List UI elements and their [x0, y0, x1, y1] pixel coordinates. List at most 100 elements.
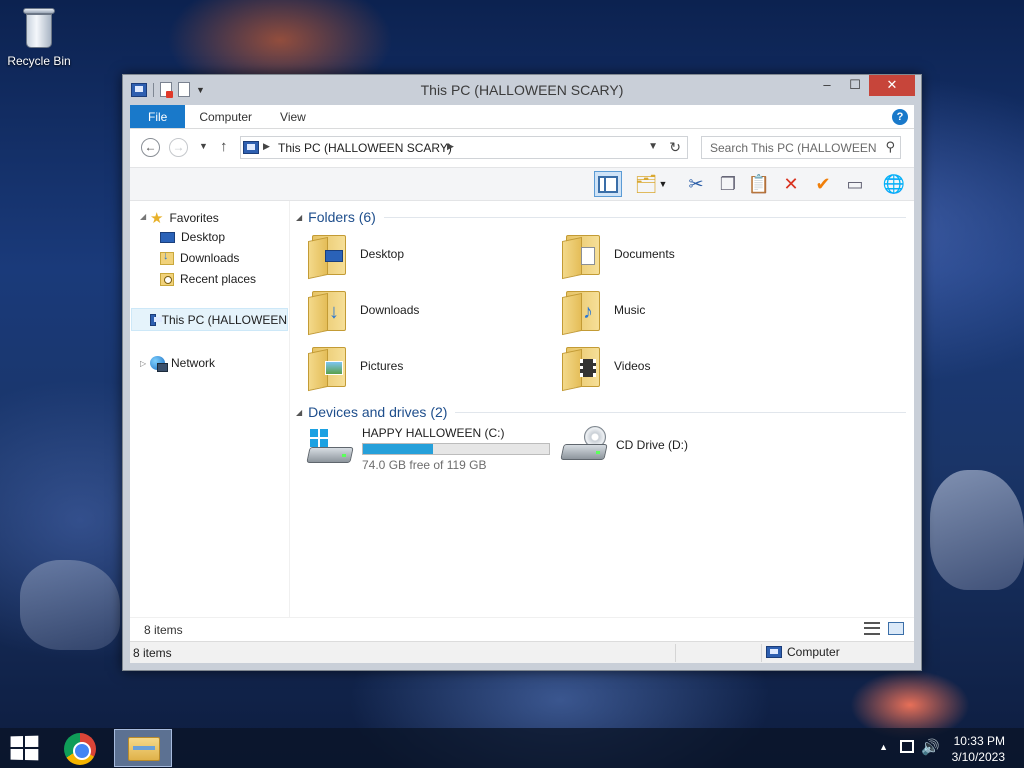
folder-videos[interactable]: Videos: [562, 343, 650, 392]
paste-button[interactable]: 📋: [745, 171, 773, 197]
expand-network-icon[interactable]: ▷: [140, 359, 146, 368]
folders-header-label: Folders (6): [308, 209, 376, 225]
nav-network[interactable]: Network: [150, 356, 216, 372]
taskbar: ▲ 🔊 10:33 PM 3/10/2023: [0, 728, 1024, 768]
windows-logo-icon: [10, 736, 24, 748]
title-bar[interactable]: ▼ This PC (HALLOWEEN SCARY) – ☐ ✕: [123, 75, 921, 105]
navigation-pane: ◢ ★ Favorites Desktop Downloads Recent p…: [130, 201, 290, 617]
folder-label: Desktop: [360, 247, 405, 261]
drive-c[interactable]: HAPPY HALLOWEEN (C:) 74.0 GB free of 119…: [306, 426, 550, 472]
search-icon[interactable]: ⚲: [885, 139, 895, 155]
window-title: This PC (HALLOWEEN SCARY): [420, 82, 624, 98]
minimize-button[interactable]: –: [813, 75, 841, 96]
devices-group-header[interactable]: ◢ Devices and drives (2): [296, 404, 906, 420]
copy-button[interactable]: ❐: [714, 171, 742, 197]
select-box-icon: ▭: [846, 173, 864, 194]
refresh-icon[interactable]: ↻: [669, 139, 681, 156]
devices-header-label: Devices and drives (2): [308, 404, 448, 420]
nav-downloads-label: Downloads: [180, 251, 240, 265]
address-dropdown-icon[interactable]: ▼: [648, 141, 658, 152]
drive-free-space: 74.0 GB free of 119 GB: [362, 458, 487, 472]
nav-desktop-label: Desktop: [181, 230, 226, 244]
nav-recent-places[interactable]: Recent places: [160, 272, 256, 286]
tab-computer[interactable]: Computer: [185, 105, 266, 128]
chevron-right-icon[interactable]: ▶: [447, 141, 454, 152]
up-button[interactable]: ↑: [220, 138, 228, 155]
nav-this-pc[interactable]: This PC (HALLOWEEN: [131, 308, 288, 331]
nav-favorites[interactable]: ★ Favorites: [150, 209, 219, 227]
delete-button[interactable]: ✕: [777, 171, 805, 197]
select-button[interactable]: ▭: [841, 171, 869, 197]
folders-group-header[interactable]: ◢ Folders (6): [296, 209, 906, 225]
pane-icon: [598, 175, 618, 193]
drive-name: HAPPY HALLOWEEN (C:): [362, 426, 505, 440]
item-count: 8 items: [144, 623, 183, 637]
tab-file[interactable]: File: [130, 105, 186, 128]
tab-view[interactable]: View: [266, 105, 320, 128]
rename-button[interactable]: ✔: [809, 171, 837, 197]
command-toolbar: 🗂 ▼ ✂ ❐ 📋 ✕ ✔ ▭ 🌐: [130, 167, 914, 201]
recent-places-icon: [160, 272, 174, 286]
properties-dropdown-icon[interactable]: ▼: [656, 171, 670, 197]
folder-label: Pictures: [360, 359, 404, 373]
clipboard-icon: 📋: [747, 173, 771, 194]
globe-icon: 🌐: [882, 173, 906, 194]
recycle-bin-icon: [21, 6, 57, 50]
network-icon: [150, 356, 168, 372]
start-button[interactable]: [10, 735, 39, 761]
desktop-folder-icon: [308, 231, 350, 280]
this-pc-icon: [243, 141, 259, 154]
details-view-icon[interactable]: [864, 622, 880, 635]
nav-downloads[interactable]: Downloads: [160, 250, 240, 265]
drive-d[interactable]: CD Drive (D:): [560, 426, 688, 466]
clock[interactable]: 10:33 PM 3/10/2023: [952, 733, 1005, 765]
nav-network-label: Network: [171, 356, 216, 370]
folder-label: Downloads: [360, 303, 420, 317]
delete-x-icon: ✕: [783, 173, 799, 194]
expand-favorites-icon[interactable]: ◢: [140, 212, 146, 221]
chrome-taskbar-button[interactable]: [64, 733, 96, 765]
forward-button[interactable]: →: [169, 138, 188, 157]
nav-favorites-label: Favorites: [169, 211, 219, 225]
folder-music[interactable]: ♪ Music: [562, 287, 646, 336]
recycle-bin-label: Recycle Bin: [7, 54, 71, 68]
preview-pane-button[interactable]: [594, 171, 622, 197]
ribbon-tabs: File Computer View ?: [130, 105, 914, 129]
recycle-bin-shortcut[interactable]: Recycle Bin: [6, 6, 72, 68]
content-area: ◢ ★ Favorites Desktop Downloads Recent p…: [130, 201, 914, 617]
help-icon[interactable]: ?: [892, 109, 908, 125]
desktop-icon: [160, 231, 175, 243]
volume-icon[interactable]: 🔊: [921, 738, 940, 756]
folder-pictures[interactable]: Pictures: [308, 343, 404, 392]
folder-label: Music: [614, 303, 646, 317]
cd-drive-icon: [560, 426, 608, 466]
network-status-icon[interactable]: [900, 740, 914, 753]
large-icons-view-icon[interactable]: [888, 622, 904, 635]
window-controls: – ☐ ✕: [813, 75, 915, 96]
maximize-button[interactable]: ☐: [841, 75, 869, 96]
folder-documents[interactable]: Documents: [562, 231, 675, 280]
status-location: Computer: [766, 645, 840, 659]
nav-desktop[interactable]: Desktop: [160, 230, 225, 244]
search-placeholder[interactable]: Search This PC (HALLOWEEN ...: [710, 141, 878, 155]
status-divider: [761, 644, 762, 662]
file-explorer-taskbar-button[interactable]: [114, 729, 172, 767]
close-button[interactable]: ✕: [869, 75, 915, 96]
folder-desktop[interactable]: Desktop: [308, 231, 405, 280]
collapse-icon: ◢: [296, 407, 303, 417]
search-box[interactable]: Search This PC (HALLOWEEN ... ⚲: [701, 136, 901, 159]
address-bar[interactable]: ▶ This PC (HALLOWEEN SCARY) ▶ ▼ ↻: [240, 136, 688, 159]
checkmark-icon: ✔: [815, 173, 831, 194]
folder-downloads[interactable]: ↓ Downloads: [308, 287, 420, 336]
back-button[interactable]: ←: [141, 138, 160, 157]
chevron-right-icon[interactable]: ▶: [263, 141, 270, 152]
star-icon: ★: [150, 210, 164, 227]
address-path[interactable]: This PC (HALLOWEEN SCARY): [278, 141, 452, 155]
cut-button[interactable]: ✂: [682, 171, 710, 197]
network-button[interactable]: 🌐: [880, 171, 908, 197]
address-row: ← → ▼ ↑ ▶ This PC (HALLOWEEN SCARY) ▶ ▼ …: [130, 129, 914, 167]
pictures-folder-icon: [308, 343, 350, 392]
recent-locations-chevron-icon[interactable]: ▼: [199, 141, 208, 151]
downloads-folder-icon: ↓: [308, 287, 350, 336]
show-hidden-icons-icon[interactable]: ▲: [879, 742, 888, 752]
